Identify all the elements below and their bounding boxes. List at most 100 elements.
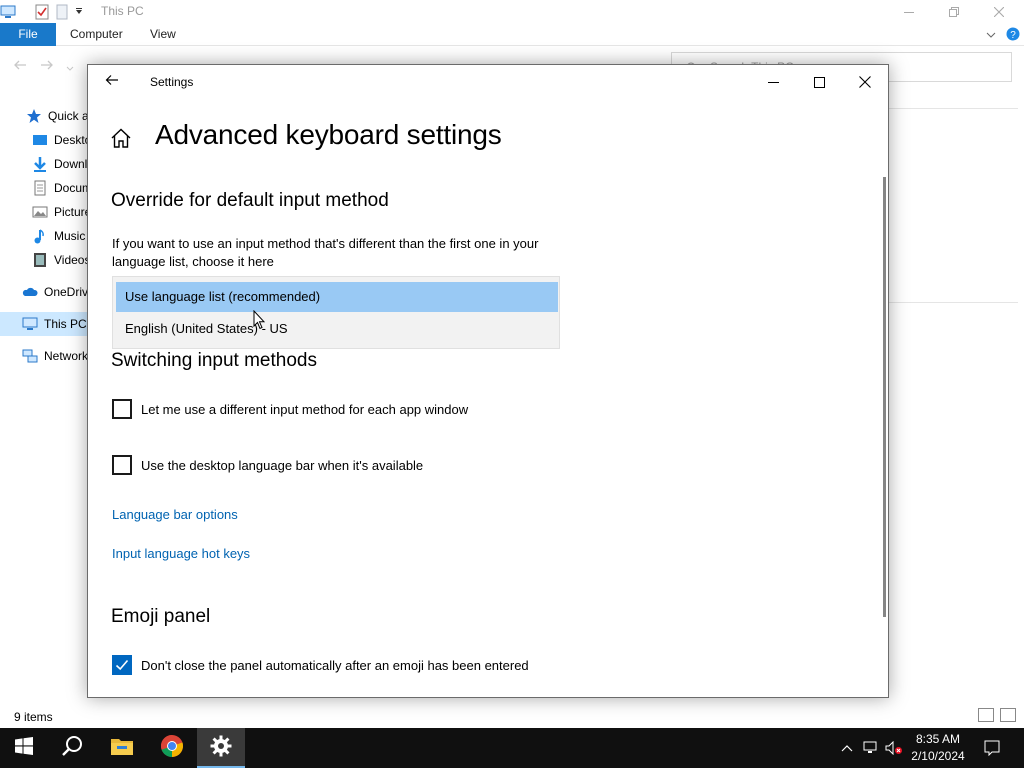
properties-icon[interactable]: [34, 4, 50, 20]
nav-item-label: Videos: [54, 253, 91, 267]
start-button[interactable]: [0, 728, 48, 768]
section-title-switching: Switching input methods: [111, 350, 317, 371]
explorer-close-button[interactable]: [976, 0, 1022, 23]
video-icon: [32, 252, 48, 268]
chrome-icon: [160, 734, 184, 763]
large-icons-view-icon[interactable]: [1000, 708, 1016, 722]
settings-minimize-button[interactable]: [750, 65, 796, 99]
star-icon: [26, 108, 42, 124]
input-language-hotkeys-link[interactable]: Input language hot keys: [112, 546, 250, 561]
nav-item-label: This PC: [44, 317, 87, 331]
explorer-titlebar: This PC: [0, 0, 1024, 23]
checkmark-icon: [115, 659, 129, 671]
override-description: If you want to use an input method that'…: [112, 236, 539, 269]
nav-item-documents[interactable]: Documents: [0, 176, 92, 200]
ribbon-tab-view[interactable]: View: [138, 23, 188, 46]
document-icon: [32, 180, 48, 196]
settings-gear-icon: [210, 735, 232, 762]
nav-item-videos[interactable]: Videos: [0, 248, 92, 272]
nav-item-downloads[interactable]: Downloads: [0, 152, 92, 176]
home-button[interactable]: [110, 127, 134, 151]
clock-time: 8:35 AM: [915, 732, 961, 746]
download-icon: [32, 156, 48, 172]
volume-muted-tray-icon[interactable]: [884, 728, 904, 768]
explorer-window-title: This PC: [101, 4, 144, 18]
action-center-button[interactable]: [980, 728, 1004, 768]
nav-item-this-pc[interactable]: This PC: [0, 312, 92, 336]
show-hidden-icons-chevron[interactable]: [838, 728, 856, 768]
nav-item-pictures[interactable]: Pictures: [0, 200, 92, 224]
nav-item-desktop[interactable]: Desktop: [0, 128, 92, 152]
nav-item-label: Music: [54, 229, 86, 243]
ribbon-expand-chevron-icon[interactable]: [986, 27, 996, 45]
nav-item-onedrive[interactable]: OneDrive: [0, 280, 92, 304]
section-title-emoji: Emoji panel: [111, 606, 211, 627]
back-button[interactable]: [100, 70, 124, 94]
settings-titlebar: Settings: [88, 65, 888, 99]
ribbon-tab-computer[interactable]: Computer: [58, 23, 135, 46]
page-title: Advanced keyboard settings: [155, 119, 502, 150]
taskbar-clock[interactable]: 8:35 AM 2/10/2024: [904, 731, 972, 765]
input-method-dropdown-list[interactable]: Use language list (recommended) English …: [112, 276, 560, 349]
explorer-navigation-pane: Quick access Desktop Downloads Documents…: [0, 100, 92, 700]
nav-item-label: Quick access: [48, 109, 92, 123]
customize-toolbar-dropdown-icon[interactable]: [74, 4, 84, 20]
desktop-language-bar-option[interactable]: Use the desktop language bar when it's a…: [112, 455, 423, 475]
settings-window-title: Settings: [150, 75, 194, 89]
nav-item-label: OneDrive: [44, 285, 92, 299]
network-icon: [22, 348, 38, 364]
ribbon-tab-file[interactable]: File: [0, 23, 56, 46]
settings-maximize-button[interactable]: [796, 65, 842, 99]
emoji-panel-checkbox[interactable]: [112, 655, 132, 675]
taskbar-search-button[interactable]: [48, 728, 96, 768]
nav-item-quick-access[interactable]: Quick access: [0, 104, 92, 128]
recent-locations-chevron-icon[interactable]: [66, 60, 74, 76]
section-title-override: Override for default input method: [111, 190, 389, 211]
taskbar-file-explorer-button[interactable]: [98, 728, 146, 768]
new-folder-icon[interactable]: [54, 4, 70, 20]
nav-item-network[interactable]: Network: [0, 344, 92, 368]
search-icon: [61, 735, 83, 762]
language-bar-checkbox[interactable]: [112, 455, 132, 475]
forward-arrow-icon[interactable]: [40, 58, 54, 75]
cloud-icon: [22, 284, 38, 300]
svg-text:?: ?: [1010, 30, 1016, 41]
desktop-folder-icon: [32, 132, 48, 148]
picture-icon: [32, 204, 48, 220]
settings-scrollbar[interactable]: [883, 177, 886, 617]
emoji-panel-option[interactable]: Don't close the panel automatically afte…: [112, 655, 529, 675]
dropdown-option-language-list[interactable]: Use language list (recommended): [116, 282, 558, 312]
quick-access-toolbar: [0, 2, 88, 22]
mouse-cursor-icon: [253, 309, 266, 330]
status-item-count: 9 items: [14, 710, 53, 724]
nav-item-music[interactable]: Music: [0, 224, 92, 248]
content-divider: [888, 302, 1018, 303]
per-app-input-method-option[interactable]: Let me use a different input method for …: [112, 399, 468, 419]
taskbar-chrome-button[interactable]: [148, 728, 196, 768]
help-icon[interactable]: ?: [1006, 27, 1020, 46]
clock-date: 2/10/2024: [911, 749, 965, 763]
details-view-icon[interactable]: [978, 708, 994, 722]
taskbar: 8:35 AM 2/10/2024: [0, 728, 1024, 768]
settings-close-button[interactable]: [842, 65, 888, 99]
computer-icon: [22, 316, 38, 332]
back-arrow-icon[interactable]: [13, 58, 27, 75]
explorer-minimize-button[interactable]: [886, 0, 932, 23]
per-app-input-checkbox[interactable]: [112, 399, 132, 419]
emoji-panel-label: Don't close the panel automatically afte…: [141, 657, 529, 673]
language-bar-options-link[interactable]: Language bar options: [112, 507, 238, 522]
network-tray-icon[interactable]: [862, 728, 880, 768]
nav-item-label: Network: [44, 349, 89, 363]
taskbar-settings-button[interactable]: [197, 728, 245, 768]
language-bar-label: Use the desktop language bar when it's a…: [141, 457, 424, 473]
view-toggle-group: [978, 708, 1016, 722]
file-explorer-icon: [110, 736, 134, 761]
explorer-restore-button[interactable]: [931, 0, 977, 23]
explorer-ribbon: File Computer View ?: [0, 23, 1024, 46]
per-app-input-label: Let me use a different input method for …: [141, 401, 469, 417]
content-divider: [888, 108, 1018, 109]
settings-window: Settings Advanced keyboard settings Over…: [87, 64, 889, 698]
computer-icon[interactable]: [0, 4, 16, 20]
start-icon: [15, 736, 33, 760]
dropdown-option-english-us[interactable]: English (United States) - US: [116, 314, 558, 344]
